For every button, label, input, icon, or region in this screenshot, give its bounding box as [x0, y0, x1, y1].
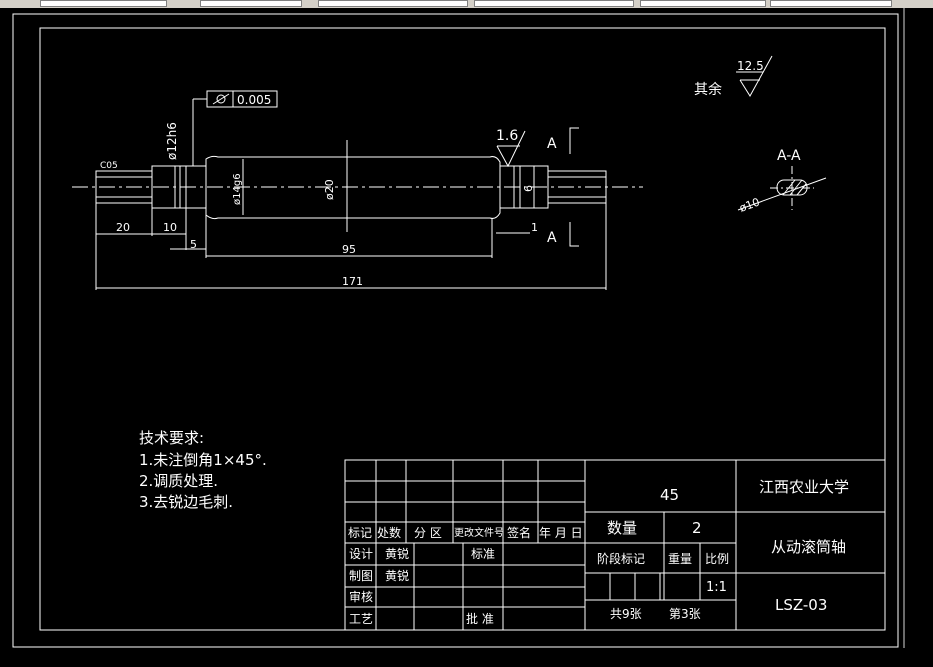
dim-len-171: 171 — [342, 275, 363, 288]
dim-d-right: 6 — [522, 185, 535, 192]
section-label-top: A — [547, 136, 557, 152]
notes-item: 2.调质处理. — [139, 472, 218, 490]
tb-stage-label: 阶段标记 — [597, 551, 645, 566]
tb-row-draw: 制图 — [349, 569, 373, 583]
tb-row-process: 工艺 — [349, 612, 373, 626]
tb-row-review: 审核 — [349, 589, 373, 604]
tb-row-draw-name: 黄锐 — [385, 569, 409, 583]
dim-d-mid: ø14g6 — [232, 173, 243, 205]
tb-weight-label: 重量 — [668, 552, 692, 566]
tb-drawing-no: LSZ-03 — [775, 596, 827, 614]
dim-len-1: 1 — [531, 221, 538, 234]
tb-scale-value: 1:1 — [706, 580, 727, 595]
dim-d-center: ø20 — [323, 179, 336, 200]
section-view-dia: ø10 — [738, 196, 762, 215]
tb-header-count: 处数 — [377, 525, 401, 540]
roughness-local-value: 1.6 — [496, 128, 518, 144]
tolerance-value: 0.005 — [237, 93, 271, 107]
dim-len-95: 95 — [342, 243, 356, 256]
tb-row-design-name: 黄锐 — [385, 547, 409, 561]
section-label-bottom: A — [547, 230, 557, 246]
tb-part-name: 从动滚筒轴 — [771, 538, 846, 556]
tb-row-approve: 批 准 — [466, 611, 494, 626]
dim-chamfer: C05 — [100, 161, 118, 171]
tb-header-date: 年 月 日 — [539, 526, 583, 540]
notes-item: 3.去锐边毛刺. — [139, 493, 233, 511]
tb-material: 45 — [660, 486, 679, 504]
tb-header-zone: 分 区 — [414, 526, 442, 540]
section-view-title: A-A — [777, 148, 801, 164]
roughness-other-value: 12.5 — [737, 59, 764, 73]
tb-row-design: 设计 — [349, 547, 373, 561]
tb-qty-value: 2 — [692, 519, 702, 537]
tb-sheets-total: 共9张 — [610, 607, 642, 621]
inner-frame — [39, 27, 886, 631]
tb-qty-label: 数量 — [607, 519, 637, 537]
outer-frame — [12, 13, 899, 648]
tb-sheet-no: 第3张 — [669, 607, 701, 621]
tb-header-sign: 签名 — [507, 525, 531, 540]
notes-item: 1.未注倒角1×45°. — [139, 451, 267, 469]
tb-school: 江西农业大学 — [759, 478, 849, 496]
dim-len-5: 5 — [190, 238, 197, 251]
tb-row-standard: 标准 — [471, 547, 495, 561]
tb-header-doc-no: 更改文件号 — [454, 526, 504, 539]
dim-d-left: ø12h6 — [165, 122, 179, 160]
tb-scale-label: 比例 — [705, 552, 729, 566]
tb-header-mark: 标记 — [348, 526, 372, 540]
notes-title: 技术要求: — [139, 429, 204, 447]
drawing-canvas[interactable]: ø12h6 ø14g6 ø20 6 C05 0.005 1.6 其余 12.5 … — [0, 0, 933, 667]
dim-len-20: 20 — [116, 221, 130, 234]
dim-len-10: 10 — [163, 221, 177, 234]
roughness-other-label: 其余 — [694, 81, 722, 98]
